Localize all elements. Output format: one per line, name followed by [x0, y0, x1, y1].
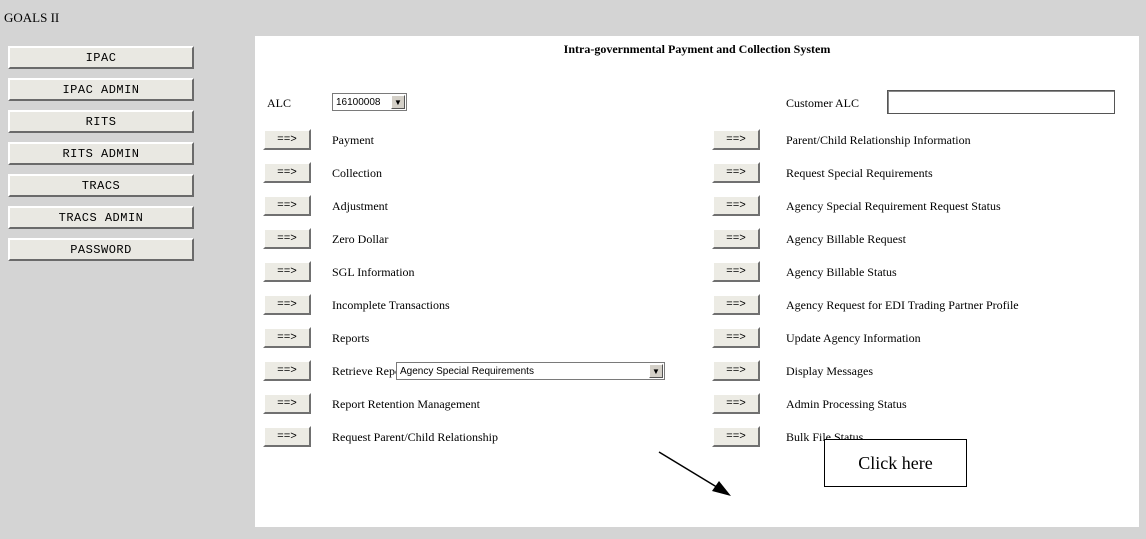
right-item-label-4: Agency Billable Request	[786, 232, 906, 246]
customer-alc-input[interactable]	[887, 90, 1115, 114]
go-button-left-10[interactable]: ==>	[263, 426, 311, 447]
left-item-label-2: Collection	[332, 166, 382, 180]
go-button-right-3[interactable]: ==>	[712, 195, 760, 216]
right-item-label-5: Agency Billable Status	[786, 265, 897, 279]
go-button-left-6[interactable]: ==>	[263, 294, 311, 315]
nav-button-ipac[interactable]: IPAC	[8, 46, 194, 69]
sidebar-nav: IPAC IPAC ADMIN RITS RITS ADMIN TRACS TR…	[8, 46, 194, 270]
left-item-label-10: Request Parent/Child Relationship	[332, 430, 498, 444]
left-item-label-6: Incomplete Transactions	[332, 298, 450, 312]
right-item-label-7: Update Agency Information	[786, 331, 921, 345]
dropdown-arrow-icon: ▼	[649, 364, 663, 378]
go-button-right-2[interactable]: ==>	[712, 162, 760, 183]
alc-select-value: 16100008	[336, 96, 381, 108]
nav-button-tracs-admin[interactable]: TRACS ADMIN	[8, 206, 194, 229]
go-button-left-3[interactable]: ==>	[263, 195, 311, 216]
left-item-label-5: SGL Information	[332, 265, 415, 279]
customer-alc-label: Customer ALC	[786, 96, 860, 110]
go-button-right-6[interactable]: ==>	[712, 294, 760, 315]
left-item-label-4: Zero Dollar	[332, 232, 389, 246]
page-title: Intra-governmental Payment and Collectio…	[563, 42, 831, 56]
dropdown-arrow-icon: ▼	[391, 95, 405, 109]
nav-button-rits-admin[interactable]: RITS ADMIN	[8, 142, 194, 165]
right-item-label-8: Display Messages	[786, 364, 873, 378]
go-button-right-10[interactable]: ==>	[712, 426, 760, 447]
go-button-left-8[interactable]: ==>	[263, 360, 311, 381]
click-here-callout: Click here	[824, 439, 967, 487]
nav-button-tracs[interactable]: TRACS	[8, 174, 194, 197]
go-button-right-4[interactable]: ==>	[712, 228, 760, 249]
go-button-left-2[interactable]: ==>	[263, 162, 311, 183]
right-item-label-3: Agency Special Requirement Request Statu…	[786, 199, 1001, 213]
go-button-right-8[interactable]: ==>	[712, 360, 760, 381]
go-button-right-9[interactable]: ==>	[712, 393, 760, 414]
left-item-label-3: Adjustment	[332, 199, 388, 213]
go-button-left-1[interactable]: ==>	[263, 129, 311, 150]
nav-button-password[interactable]: PASSWORD	[8, 238, 194, 261]
alc-select[interactable]: 16100008 ▼	[332, 93, 407, 111]
right-item-label-9: Admin Processing Status	[786, 397, 907, 411]
go-button-left-7[interactable]: ==>	[263, 327, 311, 348]
app-title: GOALS II	[4, 10, 60, 25]
right-item-label-6: Agency Request for EDI Trading Partner P…	[786, 298, 1019, 312]
left-item-label-1: Payment	[332, 133, 374, 147]
go-button-right-7[interactable]: ==>	[712, 327, 760, 348]
go-button-right-1[interactable]: ==>	[712, 129, 760, 150]
left-item-label-7: Reports	[332, 331, 370, 345]
right-item-label-2: Request Special Requirements	[786, 166, 933, 180]
go-button-left-4[interactable]: ==>	[263, 228, 311, 249]
nav-button-rits[interactable]: RITS	[8, 110, 194, 133]
right-item-label-1: Parent/Child Relationship Information	[786, 133, 971, 147]
nav-button-ipac-admin[interactable]: IPAC ADMIN	[8, 78, 194, 101]
alc-label: ALC	[267, 96, 291, 110]
reports-select[interactable]: Agency Special Requirements ▼	[396, 362, 665, 380]
main-panel: Intra-governmental Payment and Collectio…	[255, 36, 1139, 527]
reports-select-value: Agency Special Requirements	[400, 365, 534, 377]
go-button-right-5[interactable]: ==>	[712, 261, 760, 282]
left-item-label-9: Report Retention Management	[332, 397, 480, 411]
go-button-left-9[interactable]: ==>	[263, 393, 311, 414]
go-button-left-5[interactable]: ==>	[263, 261, 311, 282]
